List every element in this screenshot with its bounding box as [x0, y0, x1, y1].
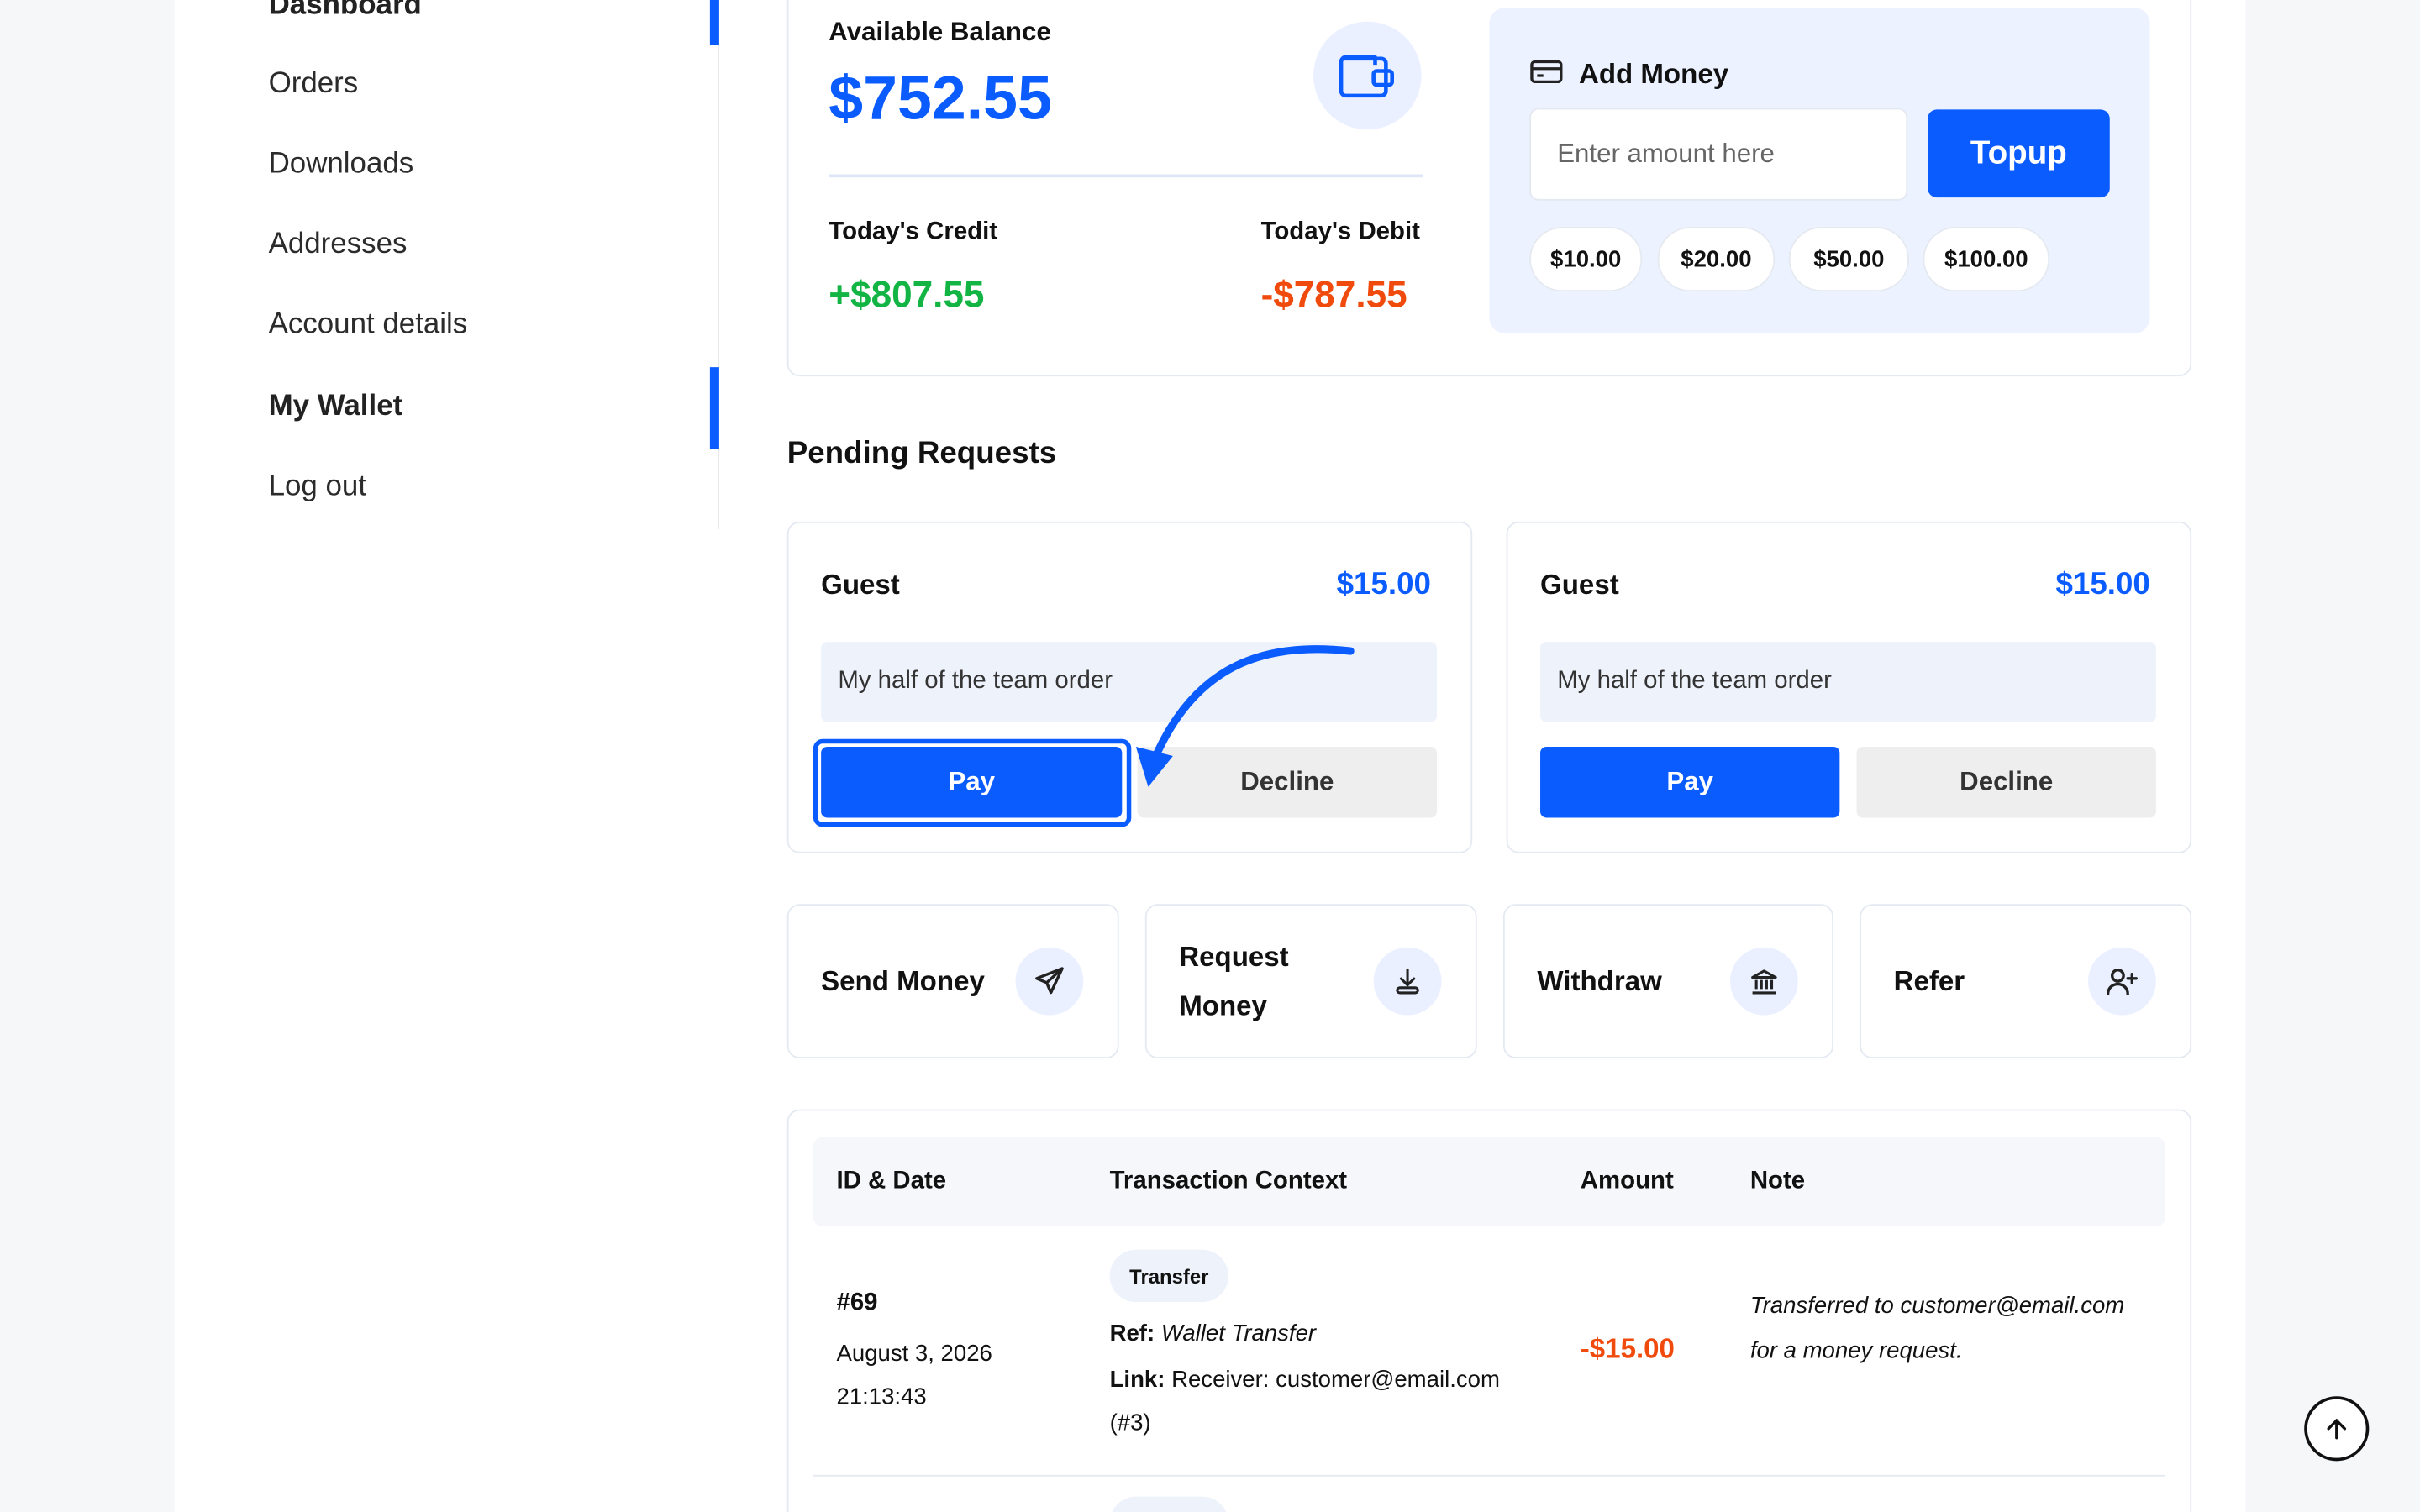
todays-credit-value: +$807.55	[829, 274, 985, 317]
pending-requests-title: Pending Requests	[786, 436, 1057, 471]
bank-icon	[1729, 947, 1798, 1016]
ref-label: Ref:	[1109, 1320, 1155, 1347]
sidebar-item-dashboard[interactable]: Dashboard	[269, 0, 422, 24]
todays-debit-value: -$787.55	[1260, 274, 1407, 317]
sidebar-item-account-details[interactable]: Account details	[269, 308, 468, 342]
arrow-up-icon	[2327, 1418, 2347, 1440]
table-header-row	[813, 1137, 2165, 1227]
link-value: Receiver: customer@email.com	[1171, 1367, 1500, 1394]
ref-value: Wallet Transfer	[1160, 1320, 1317, 1347]
column-header-amount: Amount	[1580, 1168, 1674, 1194]
link-label: Link:	[1109, 1367, 1165, 1394]
request-money-label-line2: Money	[1179, 990, 1267, 1021]
sidebar-item-orders[interactable]: Orders	[269, 68, 359, 102]
balance-divider	[829, 174, 1423, 178]
wallet-icon	[1313, 21, 1422, 130]
column-header-id-date: ID & Date	[836, 1168, 947, 1194]
sidebar-divider	[718, 0, 719, 529]
topup-button[interactable]: Topup	[1928, 109, 2110, 198]
user-plus-icon	[2088, 947, 2156, 1016]
available-balance-amount: $752.55	[829, 65, 1052, 133]
annotation-arrow-icon	[1135, 645, 1355, 787]
todays-credit-label: Today's Credit	[829, 218, 998, 246]
request-amount: $15.00	[1336, 567, 1431, 602]
request-amount: $15.00	[2055, 567, 2150, 602]
sidebar-marker-dashboard	[709, 0, 719, 45]
sidebar-item-addresses[interactable]: Addresses	[269, 228, 408, 262]
sidebar-item-my-wallet[interactable]: My Wallet	[269, 391, 403, 424]
transaction-type-badge: Transfer	[1109, 1249, 1229, 1303]
sidebar-item-log-out[interactable]: Log out	[269, 470, 366, 504]
todays-debit-label: Today's Debit	[1260, 218, 1420, 246]
transaction-date: August 3, 2026	[836, 1341, 992, 1368]
table-row-divider	[813, 1474, 2165, 1477]
amount-input[interactable]	[1529, 108, 1908, 201]
transaction-link: Link: Receiver: customer@email.com	[1110, 1367, 1500, 1393]
pay-button-highlight	[813, 738, 1132, 827]
request-money-label-line1: Request	[1179, 941, 1289, 973]
sidebar-active-marker	[709, 367, 719, 449]
sidebar-item-downloads[interactable]: Downloads	[269, 148, 414, 181]
quick-amount-50[interactable]: $50.00	[1788, 226, 1909, 292]
transaction-ref: Ref: Wallet Transfer	[1110, 1320, 1316, 1347]
request-sender-name: Guest	[821, 569, 900, 601]
link-value-continued: (#3)	[1109, 1410, 1151, 1436]
send-icon	[1015, 947, 1084, 1016]
download-icon	[1373, 947, 1442, 1016]
scroll-to-top-button[interactable]	[2304, 1396, 2370, 1462]
next-row-badge	[1109, 1496, 1229, 1512]
send-money-label: Send Money	[821, 965, 985, 997]
transaction-time: 21:13:43	[836, 1383, 927, 1410]
request-note: My half of the team order	[1540, 642, 2156, 722]
quick-amount-100[interactable]: $100.00	[1923, 226, 2050, 292]
quick-amount-20[interactable]: $20.00	[1657, 226, 1776, 292]
column-header-note: Note	[1749, 1168, 1806, 1194]
transaction-amount: -$15.00	[1580, 1332, 1675, 1364]
card-icon	[1529, 59, 1563, 94]
decline-button[interactable]: Decline	[1856, 746, 2156, 818]
pay-button[interactable]: Pay	[1540, 746, 1840, 818]
transaction-note: Transferred to customer@email.com for a …	[1749, 1293, 2125, 1364]
column-header-transaction-context: Transaction Context	[1109, 1168, 1348, 1194]
request-sender-name: Guest	[1540, 569, 1619, 601]
quick-amount-10[interactable]: $10.00	[1529, 226, 1643, 292]
withdraw-label: Withdraw	[1537, 965, 1662, 997]
transaction-id: #69	[836, 1289, 878, 1316]
refer-label: Refer	[1893, 965, 1965, 997]
available-balance-label: Available Balance	[829, 17, 1051, 47]
add-money-title: Add Money	[1578, 58, 1729, 90]
